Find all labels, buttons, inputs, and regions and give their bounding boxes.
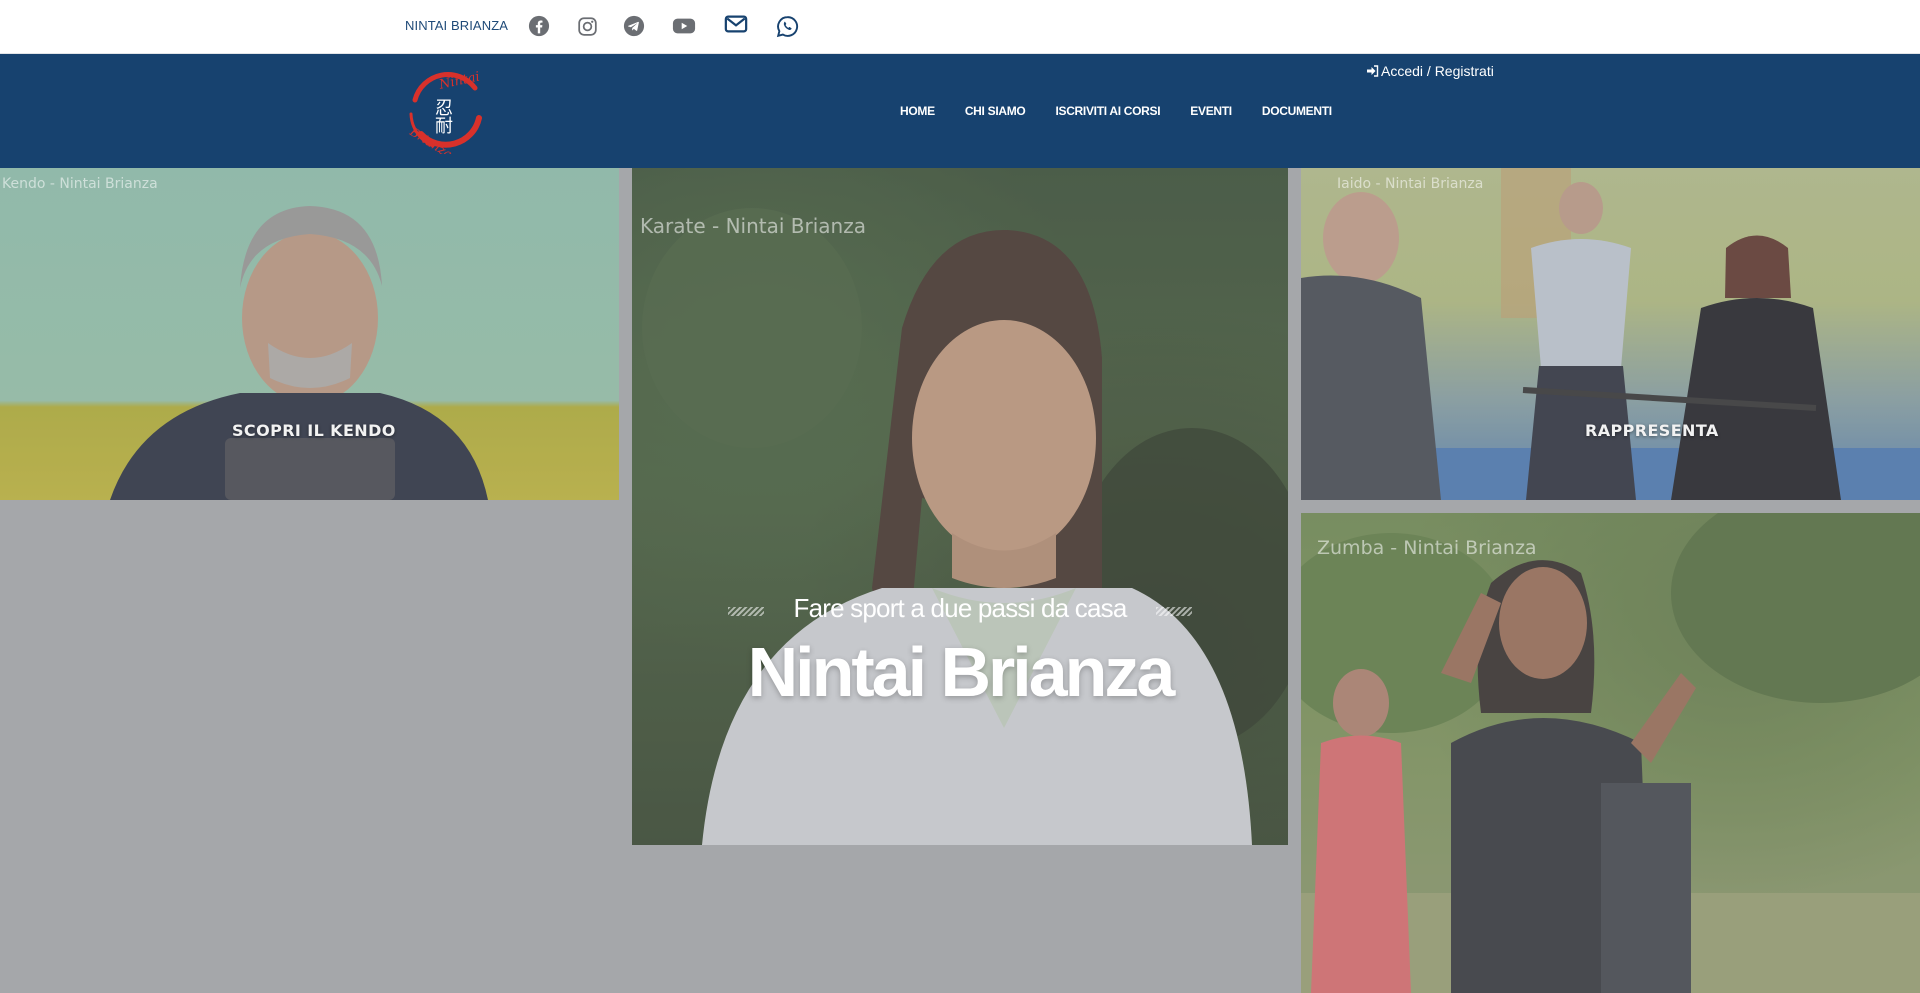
iaido-cta[interactable]: RAPPRESENTA bbox=[1585, 421, 1719, 440]
nav-item-iscriviti-ai-corsi[interactable]: ISCRIVITI AI CORSI bbox=[1055, 104, 1160, 118]
login-register-link[interactable]: Accedi / Registrati bbox=[1366, 63, 1494, 79]
nav-item-documenti[interactable]: DOCUMENTI bbox=[1262, 104, 1332, 118]
zumba-caption: Zumba - Nintai Brianza bbox=[1317, 537, 1537, 559]
hero-subtitle: Fare sport a due passi da casa bbox=[793, 593, 1128, 623]
mail-icon[interactable] bbox=[724, 12, 748, 36]
kendo-overlay bbox=[0, 168, 619, 500]
kendo-cta[interactable]: SCOPRI IL KENDO bbox=[232, 421, 396, 440]
login-register-label: Accedi / Registrati bbox=[1381, 63, 1494, 79]
kendo-caption: Kendo - Nintai Brianza bbox=[2, 176, 158, 192]
brand-name: NINTAI BRIANZA bbox=[405, 18, 509, 33]
main-nav: HOME CHI SIAMO ISCRIVITI AI CORSI EVENTI… bbox=[900, 104, 1362, 118]
instagram-icon[interactable] bbox=[575, 14, 599, 38]
telegram-icon[interactable] bbox=[622, 14, 646, 38]
zumba-video-panel[interactable]: Zumba - Nintai Brianza bbox=[1301, 513, 1920, 993]
nav-item-home[interactable]: HOME bbox=[900, 104, 935, 118]
hero-title: Nintai Brianza bbox=[747, 633, 1176, 711]
karate-caption: Karate - Nintai Brianza bbox=[640, 214, 866, 238]
whatsapp-icon[interactable] bbox=[775, 14, 799, 38]
iaido-overlay bbox=[1301, 168, 1920, 500]
karate-video-panel[interactable]: Karate - Nintai Brianza bbox=[632, 168, 1288, 845]
kendo-video-panel[interactable]: Kendo - Nintai Brianza SCOPRI IL KENDO bbox=[0, 168, 619, 500]
main-header: Nintai 忍 耐 Brianza Accedi / Registrati H… bbox=[0, 54, 1920, 168]
zumba-overlay bbox=[1301, 513, 1920, 993]
iaido-video-panel[interactable]: Iaido - Nintai Brianza RAPPRESENTA bbox=[1301, 168, 1920, 500]
nav-item-chi-siamo[interactable]: CHI SIAMO bbox=[965, 104, 1026, 118]
karate-overlay bbox=[632, 168, 1288, 845]
iaido-caption: Iaido - Nintai Brianza bbox=[1337, 176, 1484, 192]
facebook-icon[interactable] bbox=[527, 14, 551, 38]
logo-kanji-2: 耐 bbox=[435, 116, 453, 137]
nav-item-eventi[interactable]: EVENTI bbox=[1190, 104, 1232, 118]
sign-in-icon bbox=[1367, 65, 1379, 77]
nintai-logo[interactable]: Nintai 忍 耐 Brianza bbox=[403, 68, 489, 161]
top-bar: NINTAI BRIANZA bbox=[0, 0, 1920, 54]
youtube-icon[interactable] bbox=[672, 14, 696, 38]
